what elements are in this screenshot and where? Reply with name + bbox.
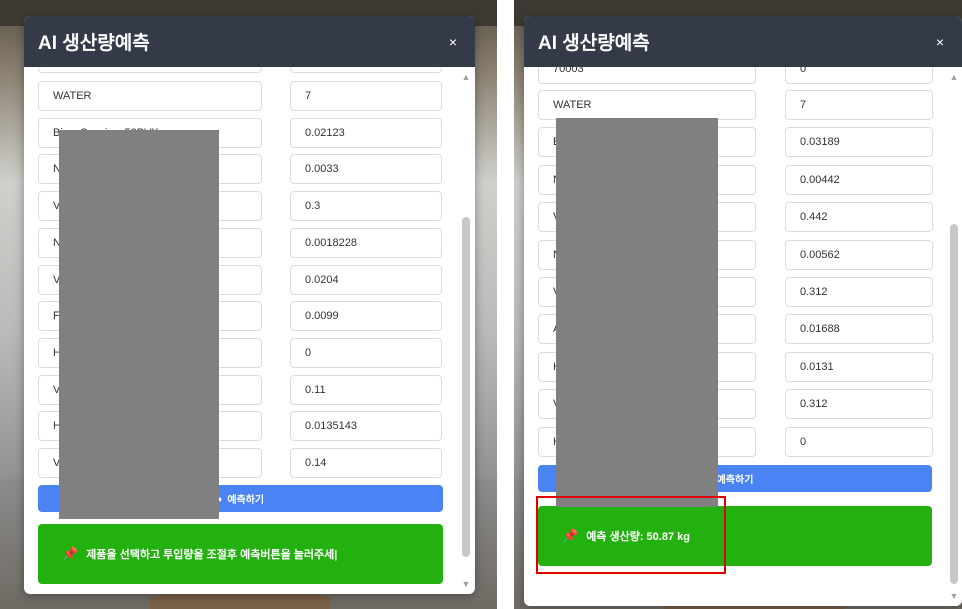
ingredient-amount-input[interactable]: 0.00442 bbox=[785, 164, 933, 195]
scrollbar-thumb[interactable] bbox=[950, 224, 958, 584]
ingredient-name-field[interactable]: WATER bbox=[38, 81, 262, 111]
ingredient-amount-input[interactable]: 0.0099 bbox=[290, 301, 442, 332]
ingredient-amount-input[interactable]: 0.03189 bbox=[785, 127, 933, 158]
ingredient-amount-input[interactable]: 0 bbox=[785, 67, 933, 84]
modal-title: AI 생산량예측 bbox=[538, 33, 650, 54]
ingredient-amount-input[interactable]: 0.01688 bbox=[785, 314, 933, 345]
ingredient-amount-input[interactable]: 0 bbox=[785, 426, 933, 457]
ingredient-amount-input[interactable]: 0.3 bbox=[290, 191, 442, 222]
pushpin-icon: 📌 bbox=[62, 546, 79, 561]
close-button[interactable]: × bbox=[932, 34, 948, 50]
ingredient-amount-input[interactable] bbox=[290, 67, 442, 73]
ingredient-amount-input[interactable]: 0.11 bbox=[290, 374, 442, 405]
ingredient-amount-input[interactable]: 0.02123 bbox=[290, 117, 442, 148]
predict-button-label: 예측하기 bbox=[716, 475, 754, 486]
modal-title: AI 생산량예측 bbox=[38, 33, 150, 54]
scroll-down-icon[interactable]: ▼ bbox=[461, 579, 471, 589]
ingredient-amount-input[interactable]: 0.442 bbox=[785, 202, 933, 233]
modal-header: AI 생산량예측 × bbox=[24, 16, 475, 67]
ingredient-amount-input[interactable]: 0.0135143 bbox=[290, 411, 442, 442]
ingredient-amount-input[interactable]: 0.0018228 bbox=[290, 227, 442, 258]
predict-button-label: 예측하기 bbox=[227, 495, 265, 506]
ingredient-amount-input[interactable]: 0.0033 bbox=[290, 154, 442, 185]
right-screen: AI 생산량예측 × 70003 0 WATER7B0.03189N0.0044… bbox=[514, 0, 962, 609]
vertical-scrollbar[interactable]: ▲ ▼ bbox=[948, 69, 960, 604]
result-box: 📌 제품을 선택하고 투입량을 조절후 예측버튼을 눌러주세| bbox=[38, 524, 443, 584]
close-button[interactable]: × bbox=[445, 34, 461, 50]
ingredient-name-field[interactable] bbox=[38, 67, 262, 73]
ingredient-name-field[interactable]: WATER bbox=[538, 90, 756, 120]
ingredient-amount-input[interactable]: 0.00562 bbox=[785, 239, 933, 270]
ingredient-amount-input[interactable]: 7 bbox=[785, 90, 933, 120]
result-highlight-box bbox=[536, 496, 726, 574]
ingredient-amount-input[interactable]: 0.0204 bbox=[290, 264, 442, 295]
ingredient-name-field[interactable]: 70003 bbox=[538, 67, 756, 84]
ingredient-amount-input[interactable]: 7 bbox=[290, 81, 442, 111]
vertical-scrollbar[interactable]: ▲ ▼ bbox=[460, 69, 472, 592]
ingredient-row: WATER 7 bbox=[538, 90, 962, 120]
ingredient-row-partial bbox=[38, 67, 468, 73]
redaction-block bbox=[556, 118, 718, 507]
ingredient-amount-input[interactable]: 0.14 bbox=[290, 448, 442, 478]
left-screen: AI 생산량예측 × WATER7Bi — C — i — 52PVK0.021… bbox=[0, 0, 497, 609]
ingredient-amount-input[interactable]: 0 bbox=[290, 337, 442, 368]
scroll-up-icon[interactable]: ▲ bbox=[949, 72, 959, 82]
ingredient-row: WATER 7 bbox=[38, 81, 468, 111]
ingredient-amount-input[interactable]: 0.312 bbox=[785, 277, 933, 307]
ingredient-row-partial: 70003 0 bbox=[538, 67, 962, 84]
scroll-up-icon[interactable]: ▲ bbox=[461, 72, 471, 82]
result-text: 제품을 선택하고 투입량을 조절후 예측버튼을 눌러주세| bbox=[86, 549, 338, 561]
ingredient-amount-input[interactable]: 0.312 bbox=[785, 389, 933, 420]
ingredient-amount-input[interactable]: 0.0131 bbox=[785, 351, 933, 382]
scrollbar-thumb[interactable] bbox=[462, 217, 470, 557]
scroll-down-icon[interactable]: ▼ bbox=[949, 591, 959, 601]
redaction-block bbox=[59, 130, 219, 519]
modal-header: AI 생산량예측 × bbox=[524, 16, 962, 67]
